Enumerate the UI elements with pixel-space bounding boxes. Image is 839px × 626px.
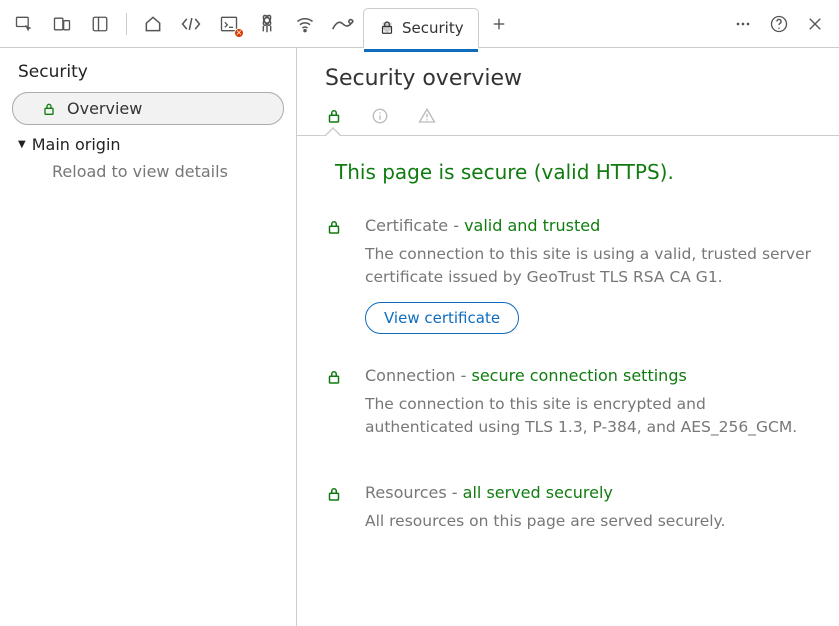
page-title: Security overview [325,66,811,91]
res-body: Resources - all served securely All reso… [365,483,811,545]
sources-icon[interactable] [249,6,285,42]
conn-title: Connection - secure connection settings [365,366,811,385]
res-label: Resources - [365,483,463,502]
content-pane: Security overview This page is secure (v… [297,48,839,626]
security-tab-icon [378,19,396,37]
sidebar: Security Overview ▼ Main origin Reload t… [0,48,297,626]
subtab-secure-icon[interactable] [325,107,343,125]
console-icon[interactable] [211,6,247,42]
cert-label: Certificate - [365,216,464,235]
main-area: Security Overview ▼ Main origin Reload t… [0,48,839,626]
performance-icon[interactable] [325,6,361,42]
lock-icon [325,483,343,545]
more-icon[interactable] [725,6,761,42]
security-tab-label: Security [402,19,464,37]
error-badge-icon [234,28,244,38]
cert-title: Certificate - valid and trusted [365,216,811,235]
lock-icon [41,101,57,117]
sidebar-item-main-origin[interactable]: ▼ Main origin [0,127,296,158]
section-certificate: Certificate - valid and trusted The conn… [325,216,811,334]
overview-subtabs [325,107,811,135]
conn-status: secure connection settings [471,366,686,385]
toolbar-divider [126,13,127,35]
subtab-info-icon[interactable] [371,107,389,125]
help-icon[interactable] [761,6,797,42]
conn-label: Connection - [365,366,471,385]
subtab-warning-icon[interactable] [417,107,437,125]
sidebar-item-overview[interactable]: Overview [12,92,284,125]
tab-security[interactable]: Security [363,8,479,48]
view-certificate-button[interactable]: View certificate [365,302,519,334]
secure-headline: This page is secure (valid HTTPS). [335,160,811,184]
conn-desc: The connection to this site is encrypted… [365,393,811,440]
sidebar-title: Security [0,62,296,90]
reload-hint: Reload to view details [0,158,296,185]
close-icon[interactable] [797,6,833,42]
caret-down-icon: ▼ [18,139,26,150]
subtab-divider [297,135,839,136]
res-status: all served securely [463,483,613,502]
cert-body: Certificate - valid and trusted The conn… [365,216,811,334]
device-toggle-icon[interactable] [44,6,80,42]
cert-status: valid and trusted [464,216,600,235]
res-title: Resources - all served securely [365,483,811,502]
cert-desc: The connection to this site is using a v… [365,243,811,290]
main-origin-label: Main origin [32,135,121,154]
res-desc: All resources on this page are served se… [365,510,811,533]
devtools-toolbar: Security [0,0,839,48]
section-resources: Resources - all served securely All reso… [325,483,811,545]
lock-icon [325,216,343,334]
add-tab-icon[interactable] [481,6,517,42]
toolbar-right-group [725,6,833,42]
conn-body: Connection - secure connection settings … [365,366,811,452]
inspect-icon[interactable] [6,6,42,42]
network-icon[interactable] [287,6,323,42]
lock-icon [325,366,343,452]
dock-icon[interactable] [82,6,118,42]
welcome-icon[interactable] [135,6,171,42]
sidebar-overview-label: Overview [67,99,142,118]
section-connection: Connection - secure connection settings … [325,366,811,452]
elements-icon[interactable] [173,6,209,42]
